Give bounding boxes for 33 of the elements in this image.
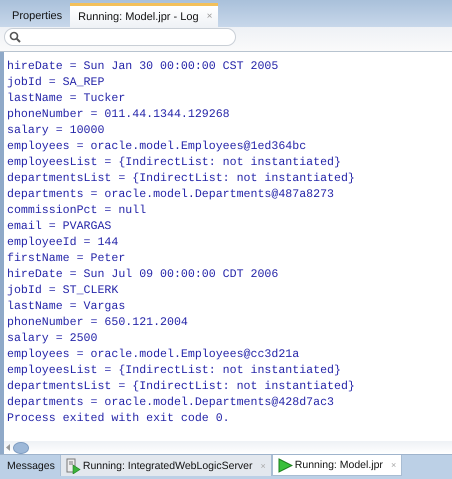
log-line: jobId = ST_CLERK <box>7 283 120 299</box>
log-line: hireDate = Sun Jul 09 00:00:00 CDT 2006 <box>7 267 280 283</box>
log-line: commissionPct = null <box>7 203 148 219</box>
log-line: salary = 10000 <box>7 123 106 139</box>
log-line: salary = 2500 <box>7 331 98 347</box>
play-icon <box>278 458 293 472</box>
tab[interactable]: Running: IntegratedWebLogicServer × <box>60 455 272 476</box>
log-line: employeeId = 144 <box>7 235 120 251</box>
log-line: departmentsList = {IndirectList: not instantiated} <box>7 171 356 187</box>
log-line: phoneNumber = 011.44.1344.129268 <box>7 107 231 123</box>
scrollbar-thumb[interactable] <box>13 442 29 454</box>
tab[interactable]: Properties <box>4 5 70 27</box>
log-line: employees = oracle.model.Employees@cc3d21a <box>7 347 300 363</box>
search-icon <box>9 31 21 43</box>
log-line: departments = oracle.model.Departments@487a8273 <box>7 187 335 203</box>
log-line: departments = oracle.model.Departments@428d7ac3 <box>7 395 335 411</box>
log-line: employees = oracle.model.Employees@1ed364bc <box>7 139 308 155</box>
tab[interactable]: Running: Model.jpr - Log × <box>70 3 218 27</box>
log-line: departmentsList = {IndirectList: not instantiated} <box>7 379 356 395</box>
log-line: jobId = SA_REP <box>7 75 106 91</box>
tab[interactable]: Running: Model.jpr × <box>272 455 402 476</box>
log-line: lastName = Vargas <box>7 299 126 315</box>
log-line: email = PVARGAS <box>7 219 112 235</box>
log-line: phoneNumber = 650.121.2004 <box>7 315 189 331</box>
log-line: firstName = Peter <box>7 251 126 267</box>
log-line: employeesList = {IndirectList: not instantiated} <box>7 155 342 171</box>
search-field[interactable] <box>4 28 236 46</box>
log-line: employeesList = {IndirectList: not instantiated} <box>7 363 342 379</box>
log-line: lastName = Tucker <box>7 91 126 107</box>
server-play-icon <box>66 458 81 474</box>
log-line: Process exited with exit code 0. <box>7 411 231 427</box>
log-line: hireDate = Sun Jan 30 00:00:00 CST 2005 <box>7 59 280 75</box>
scroll-left-icon[interactable] <box>6 444 11 451</box>
